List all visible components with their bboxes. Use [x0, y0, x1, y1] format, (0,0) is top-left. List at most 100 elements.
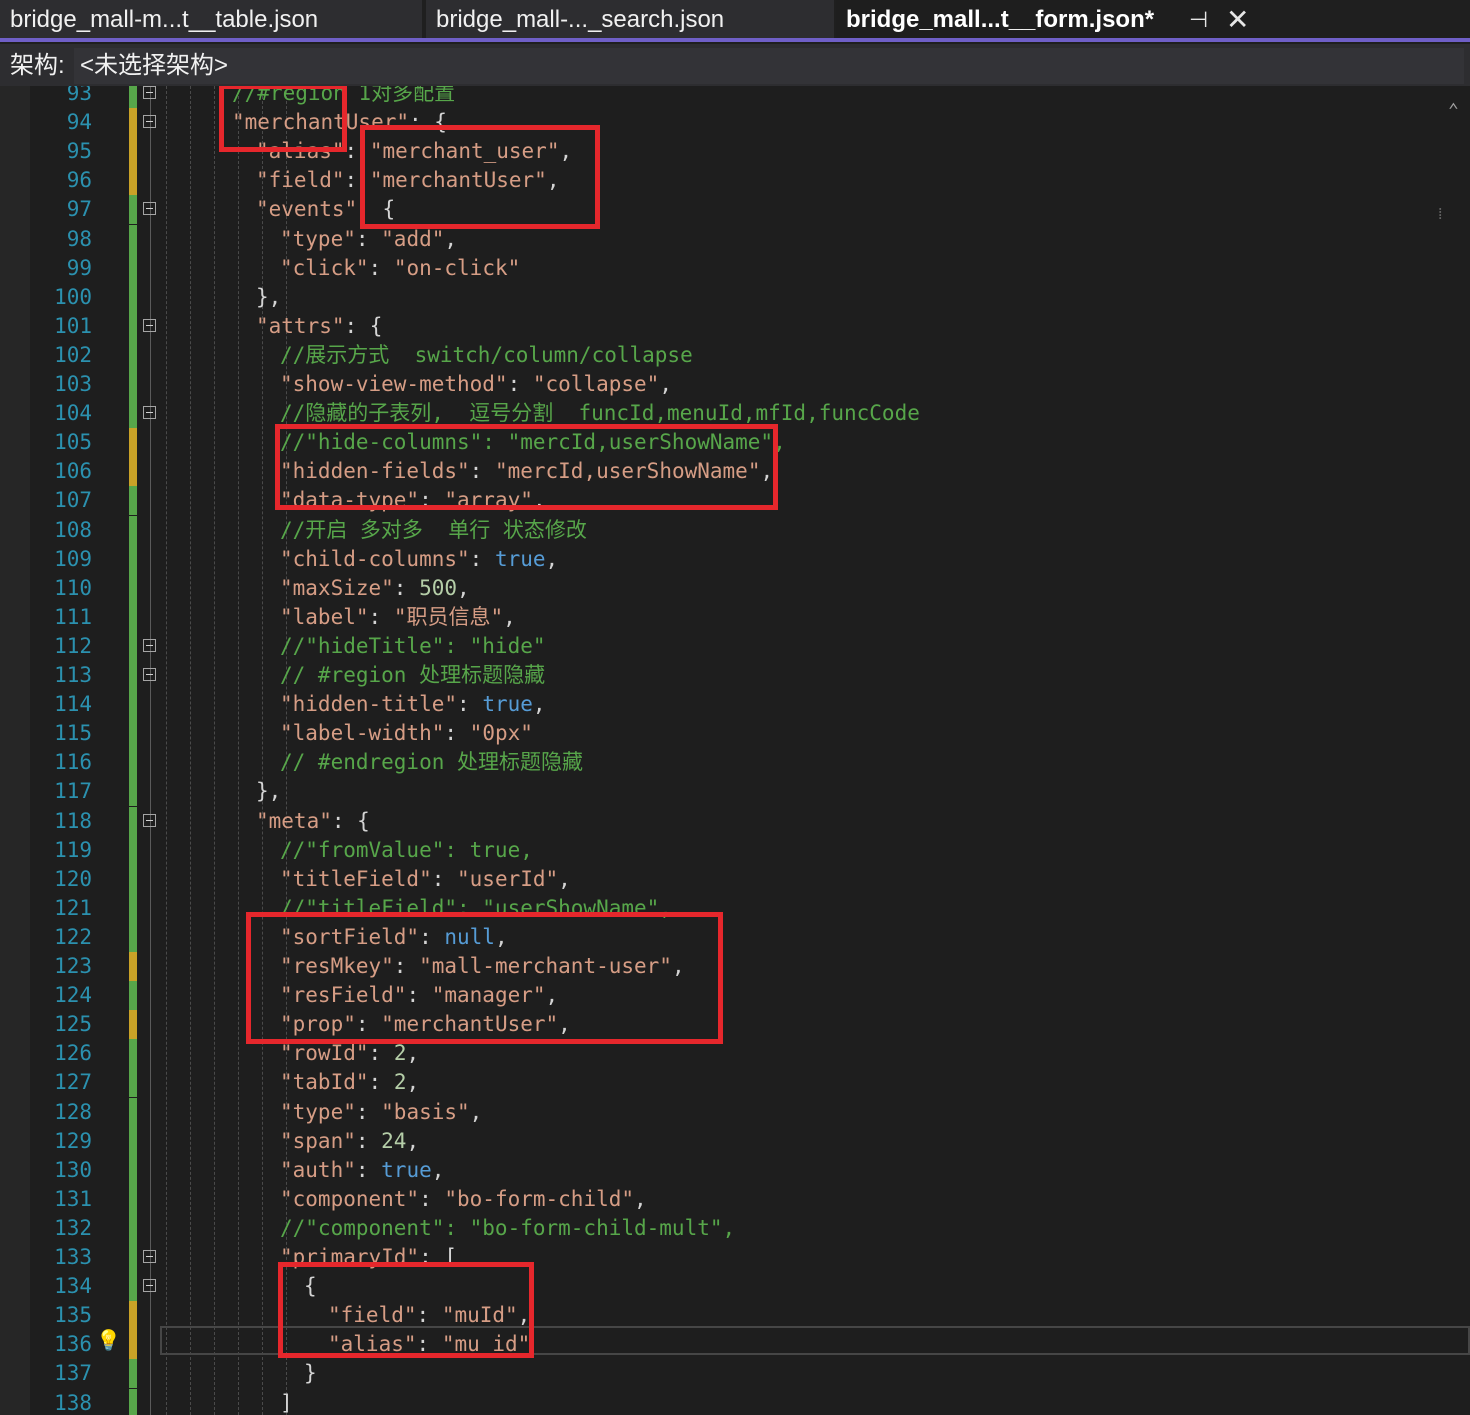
code-text: //"hideTitle": "hide" — [280, 632, 546, 661]
code-line[interactable]: 117}, — [0, 777, 1470, 807]
code-line[interactable]: 130 "auth": true, — [0, 1155, 1470, 1185]
line-number: 119 — [54, 837, 92, 862]
code-token: true — [381, 1157, 432, 1182]
change-marker — [129, 428, 137, 458]
line-number: 122 — [54, 924, 92, 949]
change-marker — [129, 719, 137, 749]
code-line[interactable]: 129 "span": 24, — [0, 1126, 1470, 1156]
code-token: : { — [344, 313, 383, 338]
code-line[interactable]: 109 "child-columns": true, — [0, 544, 1470, 574]
code-token: "tabId" — [280, 1070, 369, 1095]
code-text: "auth": true, — [280, 1156, 444, 1185]
tab-table-json[interactable]: bridge_mall-m...t__table.json — [0, 0, 422, 38]
code-line[interactable]: 122 "sortField": null, — [0, 922, 1470, 952]
code-line[interactable]: 134{ — [0, 1272, 1470, 1302]
code-token: "meta" — [256, 808, 332, 833]
code-token: , — [431, 1157, 445, 1182]
code-token: //开启 多对多 单行 状态修改 — [280, 517, 587, 542]
code-text: "span": 24, — [280, 1127, 419, 1156]
collapse-icon[interactable] — [143, 406, 156, 420]
code-line[interactable]: 125 "prop": "merchantUser", — [0, 1010, 1470, 1040]
line-number: 110 — [54, 575, 92, 600]
line-number: 123 — [54, 954, 92, 978]
collapse-icon[interactable] — [143, 668, 156, 681]
change-marker — [129, 515, 137, 545]
code-line[interactable]: 124 "resField": "manager", — [0, 981, 1470, 1011]
collapse-icon[interactable] — [143, 318, 156, 332]
code-token: : — [393, 575, 420, 600]
code-line[interactable]: 101 "attrs": { — [0, 311, 1470, 341]
code-line[interactable]: 98 "type": "add", — [0, 224, 1470, 254]
code-line[interactable]: 138] — [0, 1388, 1470, 1415]
code-text: //"fromValue": true, — [280, 836, 533, 865]
collapse-icon[interactable] — [143, 115, 156, 129]
code-token: ] — [280, 1390, 293, 1415]
code-token: //"component": "bo-form-child-mult", — [280, 1215, 736, 1240]
collapse-icon[interactable] — [143, 813, 156, 827]
code-line[interactable]: 103 "show-view-method": "collapse", — [0, 370, 1470, 399]
change-marker — [129, 137, 137, 167]
code-text: //"component": "bo-form-child-mult", — [280, 1214, 735, 1243]
code-line[interactable]: 110 "maxSize": 500, — [0, 573, 1470, 603]
line-number: 138 — [54, 1390, 92, 1415]
code-line[interactable]: 132 //"component": "bo-form-child-mult", — [0, 1213, 1470, 1243]
code-token: //隐藏的子表列, 逗号分割 funcId,menuId,mfId,funcCo… — [280, 401, 920, 426]
code-token: : — [355, 1099, 382, 1124]
code-token: "label" — [280, 604, 369, 629]
pin-icon[interactable]: ⊣ — [1189, 0, 1208, 38]
code-line[interactable]: 126 "rowId": 2, — [0, 1039, 1470, 1069]
change-marker — [129, 748, 137, 778]
code-line[interactable]: 121//"titleField": "userShowName", — [0, 893, 1470, 923]
change-marker — [129, 195, 137, 225]
collapse-icon[interactable] — [143, 1279, 156, 1293]
lightbulb-icon[interactable]: 💡 — [96, 1328, 121, 1352]
change-marker — [129, 922, 137, 952]
change-marker — [129, 690, 137, 720]
code-line[interactable]: 127 "tabId": 2, — [0, 1068, 1470, 1098]
line-number: 108 — [54, 517, 92, 542]
code-text: //展示方式 switch/column/collapse — [280, 341, 693, 370]
collapse-icon[interactable] — [143, 86, 156, 99]
code-token: "type" — [280, 226, 356, 251]
code-line[interactable]: 123 "resMkey": "mall-merchant-user", — [0, 952, 1470, 981]
close-icon[interactable]: ✕ — [1226, 0, 1249, 38]
code-line[interactable]: 116 // #endregion 处理标题隐藏 — [0, 748, 1470, 778]
collapse-icon[interactable] — [143, 202, 156, 216]
code-token: : — [355, 1128, 382, 1153]
schema-dropdown[interactable]: <未选择架构> — [74, 48, 1464, 84]
change-marker — [129, 1184, 137, 1214]
code-line[interactable]: 128 "type": "basis", — [0, 1097, 1470, 1127]
tab-form-json[interactable]: bridge_mall...t__form.json* ⊣ ✕ — [836, 0, 1260, 38]
code-line[interactable]: 97 "events": { — [0, 195, 1470, 225]
code-line[interactable]: 115 "label-width": "0px" — [0, 719, 1470, 749]
schema-bar: 架构: <未选择架构> — [0, 44, 1470, 86]
code-line[interactable]: 111 "label": "职员信息", — [0, 602, 1470, 632]
code-line[interactable]: 114 "hidden-title": true, — [0, 690, 1470, 720]
code-token: "collapse" — [532, 372, 660, 396]
code-line[interactable]: 108 //开启 多对多 单行 状态修改 — [0, 515, 1470, 545]
code-editor[interactable]: 93//#region 1对多配置 94 "merchantUser": {95 "a… — [0, 86, 1470, 1415]
scroll-up-icon[interactable]: ⌃ — [1448, 100, 1459, 121]
line-number: 115 — [54, 721, 92, 746]
code-line[interactable]: 96 "field": "merchantUser", — [0, 166, 1470, 196]
code-line[interactable]: 137} — [0, 1359, 1470, 1389]
highlight-box — [219, 86, 347, 152]
code-line[interactable]: 113 // #region 处理标题隐藏 — [0, 661, 1470, 690]
code-line[interactable]: 133 "primaryId": [ — [0, 1243, 1470, 1272]
code-token: "attrs" — [256, 313, 345, 338]
collapse-icon[interactable] — [143, 638, 156, 652]
code-token: }, — [256, 284, 282, 309]
tab-search-json[interactable]: bridge_mall-..._search.json — [426, 0, 834, 38]
code-token: , — [558, 866, 571, 891]
collapse-icon[interactable] — [143, 1250, 156, 1263]
code-line[interactable]: 102 //展示方式 switch/column/collapse — [0, 340, 1470, 370]
code-line[interactable]: 112 //"hideTitle": "hide" — [0, 631, 1470, 661]
code-line[interactable]: 100}, — [0, 282, 1470, 312]
code-line[interactable]: 131 "component": "bo-form-child", — [0, 1184, 1470, 1214]
code-token: , — [457, 575, 470, 600]
line-number: 100 — [54, 284, 92, 309]
code-line[interactable]: 118 "meta": { — [0, 806, 1470, 836]
code-line[interactable]: 99 "click": "on-click" — [0, 253, 1470, 283]
code-line[interactable]: 120 "titleField": "userId", — [0, 864, 1470, 894]
code-line[interactable]: 119 //"fromValue": true, — [0, 835, 1470, 865]
